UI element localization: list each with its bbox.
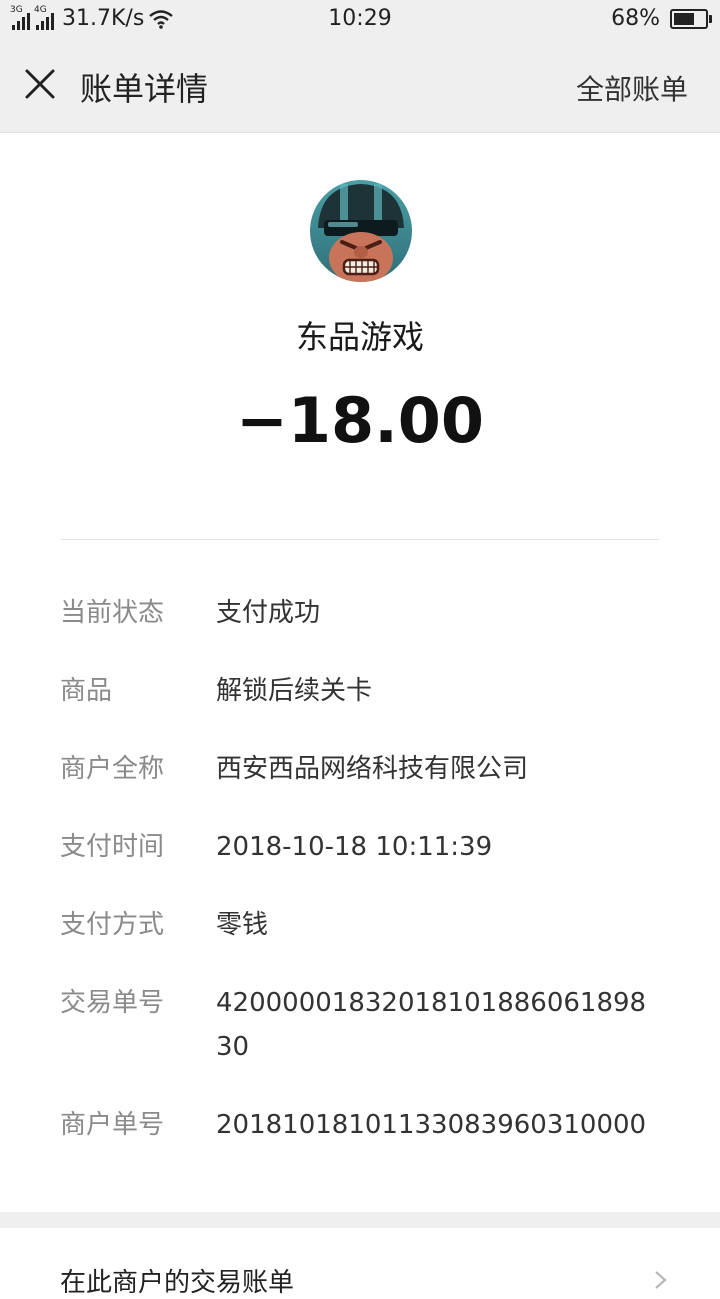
close-icon[interactable] xyxy=(22,66,58,102)
detail-row-pay-time: 支付时间 2018-10-18 10:11:39 xyxy=(60,828,660,869)
detail-label: 当前状态 xyxy=(60,598,165,628)
battery-fill xyxy=(674,12,694,25)
detail-label: 交易单号 xyxy=(60,988,165,1018)
detail-row-pay-method: 支付方式 零钱 xyxy=(60,906,660,947)
status-right: 68% xyxy=(611,6,712,31)
detail-value: 支付成功 xyxy=(216,598,321,628)
detail-value: 2018-10-18 10:11:39 xyxy=(216,832,493,862)
battery-percent: 68% xyxy=(611,6,660,31)
payment-amount: −18.00 xyxy=(235,384,485,457)
detail-row-transaction-no: 交易单号 4200000183201810188606189830 xyxy=(60,984,660,1069)
detail-value: 4200000183201810188606189830 xyxy=(216,988,647,1062)
detail-row-merchant-fullname: 商户全称 西安西品网络科技有限公司 xyxy=(60,750,660,791)
chevron-right-icon[interactable] xyxy=(650,1270,670,1290)
detail-value: 20181018101133083960310000 xyxy=(216,1110,647,1140)
detail-value: 解锁后续关卡 xyxy=(216,676,373,706)
detail-value: 西安西品网络科技有限公司 xyxy=(216,754,529,784)
all-bills-link[interactable]: 全部账单 xyxy=(576,68,688,108)
nav-bar: 账单详情 全部账单 xyxy=(0,38,720,133)
detail-label: 支付时间 xyxy=(60,832,165,862)
battery-icon xyxy=(670,8,712,29)
section-gap xyxy=(0,1212,720,1228)
detail-label: 商户单号 xyxy=(60,1110,165,1140)
detail-label: 商户全称 xyxy=(60,754,165,784)
merchant-bills-link[interactable]: 在此商户的交易账单 xyxy=(60,1262,294,1299)
detail-value: 零钱 xyxy=(216,910,269,940)
status-bar: 3G 4G 31.7K/s 10:29 68% xyxy=(0,0,720,38)
bill-details: 当前状态 支付成功 商品 解锁后续关卡 商户全称 西安西品网络科技有限公司 支付… xyxy=(60,594,660,1184)
merchant-name: 东品游戏 xyxy=(295,318,424,356)
detail-row-product: 商品 解锁后续关卡 xyxy=(60,672,660,713)
page-title: 账单详情 xyxy=(80,70,209,108)
detail-label: 商品 xyxy=(60,676,113,706)
game-avatar-icon xyxy=(310,180,412,282)
detail-row-status: 当前状态 支付成功 xyxy=(60,594,660,635)
detail-label: 支付方式 xyxy=(60,910,165,940)
detail-row-merchant-order-no: 商户单号 20181018101133083960310000 xyxy=(60,1106,660,1147)
divider xyxy=(60,539,660,540)
